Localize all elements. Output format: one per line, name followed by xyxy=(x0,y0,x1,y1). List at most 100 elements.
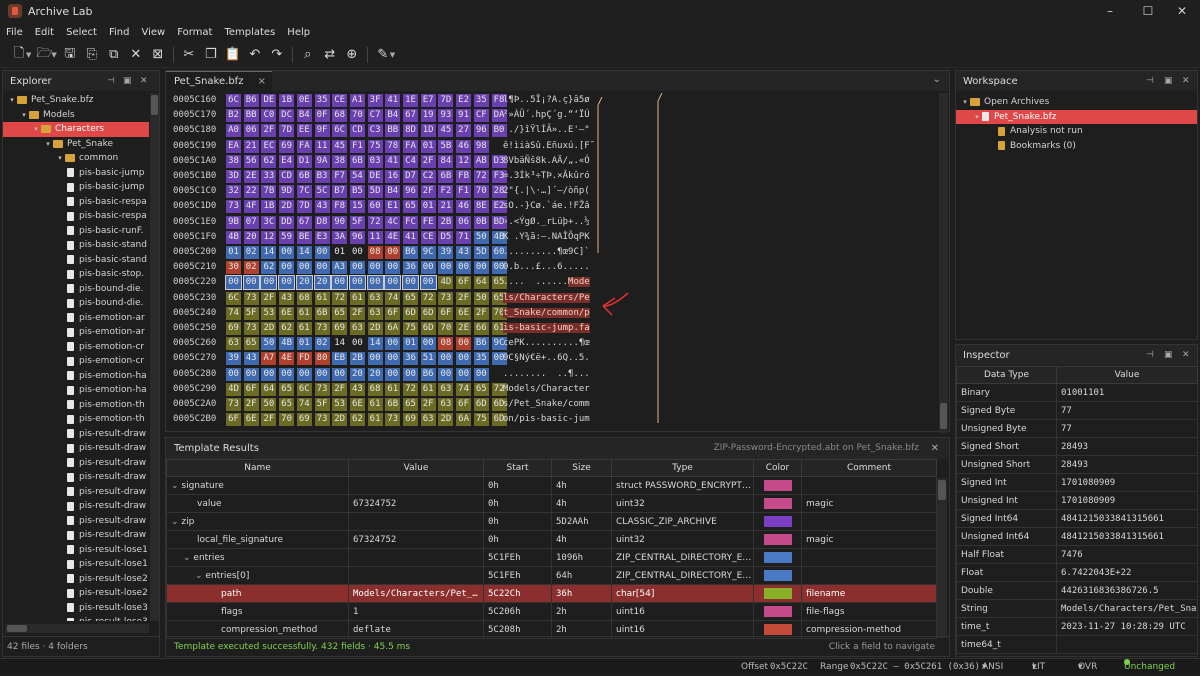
inspector-row[interactable]: Unsigned Short 28493 xyxy=(956,455,1198,474)
template-row[interactable]: path Models/Characters/Pet_Sna… 5C22Ch 36h c… xyxy=(166,584,937,603)
workspace-item[interactable]: ▾ Pet_Snake.bfz xyxy=(956,109,1197,124)
inspector-row[interactable]: StringModels/Characters/Pet_Snake… xyxy=(956,599,1198,618)
menu-file[interactable]: File xyxy=(0,27,29,38)
field-color-cell[interactable] xyxy=(753,602,802,621)
inspector-row[interactable]: Half Float 7476 xyxy=(956,545,1198,564)
tree-file-item[interactable]: pis-basic-jump xyxy=(3,180,149,195)
menu-format[interactable]: Format xyxy=(171,27,218,38)
explorer-hscrollbar[interactable] xyxy=(5,624,149,633)
goto-icon[interactable]: ⊕ xyxy=(341,45,363,65)
template-row[interactable]: ⌄ signature 0h4hstruct PASSWORD_ENCRYPTED… xyxy=(166,476,937,495)
save-all-icon[interactable]: ⧉ xyxy=(103,45,125,65)
inspector-value[interactable]: 77 xyxy=(1056,401,1198,420)
field-name-cell[interactable]: flags xyxy=(166,602,349,621)
color-swatch[interactable] xyxy=(763,534,792,545)
tree-file-item[interactable]: pis-emotion-cr xyxy=(3,354,149,369)
tree-file-item[interactable]: pis-emotion-ar xyxy=(3,311,149,326)
chevron-down-icon[interactable]: ▾ xyxy=(31,125,41,133)
close-window-button[interactable]: ✕ xyxy=(1164,0,1200,22)
inspector-value[interactable] xyxy=(1056,635,1198,654)
inspector-row[interactable]: Signed Int64 4841215033841315661 xyxy=(956,509,1198,528)
inspector-value[interactable]: 4841215033841315661 xyxy=(1056,527,1198,546)
chevron-down-icon[interactable]: ▾ xyxy=(55,154,65,162)
paste-icon[interactable]: 📋 xyxy=(222,45,244,65)
inspector-row[interactable]: Double 4426316836386726.5 xyxy=(956,581,1198,600)
inspector-col-type[interactable]: Data Type xyxy=(956,366,1057,384)
chevron-down-icon[interactable]: ⌄ xyxy=(183,553,193,563)
template-col-comment[interactable]: Comment xyxy=(801,459,937,477)
new-dropdown-icon[interactable]: ▼ xyxy=(26,51,31,59)
chevron-down-icon[interactable]: ▾ xyxy=(19,111,29,119)
inspector-row[interactable]: Unsigned Byte 77 xyxy=(956,419,1198,438)
encoding-selector[interactable]: ANSI ▾ xyxy=(982,659,1003,676)
close-icon[interactable]: ✕ xyxy=(1182,345,1190,365)
inspector-row[interactable]: time_t 2023-11-27 10:28:29 UTC xyxy=(956,617,1198,636)
tree-file-item[interactable]: pis-result-draw xyxy=(3,470,149,485)
template-col-name[interactable]: Name xyxy=(166,459,349,477)
chevron-down-icon[interactable]: ▾ xyxy=(960,98,970,106)
menu-help[interactable]: Help xyxy=(281,27,316,38)
inspector-row[interactable]: Signed Short 28493 xyxy=(956,437,1198,456)
field-name-cell[interactable]: local_file_signature xyxy=(166,530,349,549)
tabs-overflow-chevron-icon[interactable]: ⌄ xyxy=(933,74,941,85)
tab-close-icon[interactable]: × xyxy=(258,72,266,91)
open-dropdown-icon[interactable]: ▼ xyxy=(51,51,56,59)
color-swatch[interactable] xyxy=(763,570,792,581)
tree-folder-item[interactable]: ▾ Characters xyxy=(3,122,149,137)
inspector-row[interactable]: Float 6.7422043E+22 xyxy=(956,563,1198,582)
inspector-row[interactable]: time64_t xyxy=(956,635,1198,654)
chevron-down-icon[interactable]: ⌄ xyxy=(195,571,205,581)
tree-file-item[interactable]: pis-result-draw xyxy=(3,456,149,471)
color-swatch[interactable] xyxy=(763,606,792,617)
tree-folder-item[interactable]: ▾ common xyxy=(3,151,149,166)
close-icon[interactable]: ✕ xyxy=(140,71,148,91)
maximize-button[interactable]: ☐ xyxy=(1130,0,1166,22)
tree-file-item[interactable]: pis-result-lose1 xyxy=(3,543,149,558)
color-swatch[interactable] xyxy=(763,552,792,563)
template-col-start[interactable]: Start xyxy=(483,459,552,477)
tree-file-item[interactable]: pis-basic-jump xyxy=(3,166,149,181)
color-swatch[interactable] xyxy=(763,498,792,509)
tree-file-item[interactable]: pis-emotion-th xyxy=(3,398,149,413)
workspace-item[interactable]: Bookmarks (0) xyxy=(956,139,1197,154)
tree-file-item[interactable]: pis-emotion-ha xyxy=(3,369,149,384)
save-as-icon[interactable]: ⎘ xyxy=(81,45,103,65)
template-row[interactable]: ⌄ entries[0] 5C1FEh 64h ZIP_CENTRAL_DIRECTO… xyxy=(166,566,937,585)
template-row[interactable]: ⌄ entries 5C1FEh 1096h ZIP_CENTRAL_DIRECTOR… xyxy=(166,548,937,567)
float-icon[interactable]: ▣ xyxy=(123,71,132,91)
close-all-icon[interactable]: ⊠ xyxy=(147,45,169,65)
menu-view[interactable]: View xyxy=(135,27,171,38)
template-row[interactable]: value 67324752 0h 4h uint32 magic xyxy=(166,494,937,513)
redo-icon[interactable]: ↷ xyxy=(266,45,288,65)
field-color-cell[interactable] xyxy=(753,476,802,495)
float-icon[interactable]: ▣ xyxy=(1164,71,1173,91)
tree-file-item[interactable]: pis-basic-runF. xyxy=(3,224,149,239)
field-color-cell[interactable] xyxy=(753,584,802,603)
inspector-row[interactable]: Signed Byte 77 xyxy=(956,401,1198,420)
inspector-value[interactable]: 6.7422043E+22 xyxy=(1056,563,1198,582)
field-color-cell[interactable] xyxy=(753,566,802,585)
tab-pet-snake[interactable]: Pet_Snake.bfz × xyxy=(166,71,272,91)
tree-file-item[interactable]: pis-basic-stop. xyxy=(3,267,149,282)
field-color-cell[interactable] xyxy=(753,530,802,549)
field-name-cell[interactable]: path xyxy=(166,584,349,603)
menu-edit[interactable]: Edit xyxy=(29,27,60,38)
close-icon[interactable]: ✕ xyxy=(1182,71,1190,91)
inspector-value[interactable]: 77 xyxy=(1056,419,1198,438)
inspector-value[interactable]: 7476 xyxy=(1056,545,1198,564)
inspector-col-value[interactable]: Value xyxy=(1056,366,1198,384)
undo-icon[interactable]: ↶ xyxy=(244,45,266,65)
tree-file-item[interactable]: pis-basic-respa xyxy=(3,209,149,224)
color-swatch[interactable] xyxy=(763,516,792,527)
field-name-cell[interactable]: ⌄ entries xyxy=(166,548,349,567)
color-swatch[interactable] xyxy=(763,480,792,491)
workspace-item[interactable]: Analysis not run xyxy=(956,124,1197,139)
tree-file-item[interactable]: pis-bound-die. xyxy=(3,282,149,297)
field-name-cell[interactable]: value xyxy=(166,494,349,513)
inspector-row[interactable]: Signed Int 1701080909 xyxy=(956,473,1198,492)
tree-file-item[interactable]: pis-basic-stand xyxy=(3,253,149,268)
tree-file-item[interactable]: pis-result-lose2 xyxy=(3,586,149,601)
template-row[interactable]: local_file_signature 67324752 0h 4h uint32 ma… xyxy=(166,530,937,549)
template-scrollbar[interactable] xyxy=(937,478,947,638)
inspector-row[interactable]: Binary 01001101 xyxy=(956,383,1198,402)
